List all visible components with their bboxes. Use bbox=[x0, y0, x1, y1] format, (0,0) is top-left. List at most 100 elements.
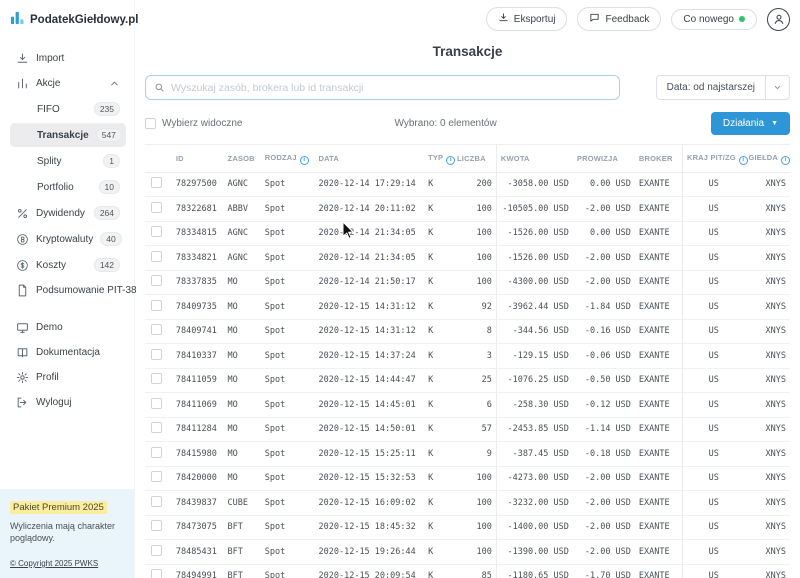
cell-liczba: 85 bbox=[453, 564, 496, 578]
table-row: 78410337 MO Spot 2020-12-15 14:37:24 K 3… bbox=[145, 344, 790, 369]
sidebar-item-kryptowaluty[interactable]: Kryptowaluty 40 bbox=[10, 227, 126, 251]
app-window: PodatekGiełdowy.pl Import Akcje FIFO 235… bbox=[0, 0, 800, 578]
table-row: 78322681 ABBV Spot 2020-12-14 20:11:02 K… bbox=[145, 197, 790, 222]
row-checkbox[interactable] bbox=[151, 398, 162, 409]
search-input[interactable] bbox=[171, 82, 611, 94]
cell-typ: K bbox=[424, 246, 453, 271]
cell-typ: K bbox=[424, 442, 453, 467]
col-kraj-pit-zg: KRAJ PIT/ZG bbox=[682, 145, 744, 172]
sidebar-item-label: Transakcje bbox=[37, 130, 89, 141]
transactions-table-wrap: ID ZASOB RODZAJ DATA TYP LICZBA KWOTA PR… bbox=[145, 144, 790, 578]
count-badge: 40 bbox=[100, 232, 121, 246]
count-badge: 142 bbox=[94, 258, 120, 272]
cell-data: 2020-12-15 14:50:01 bbox=[315, 417, 425, 442]
cell-gielda: XNYS bbox=[744, 393, 790, 418]
sidebar-item-dokumentacja[interactable]: Dokumentacja bbox=[10, 341, 126, 364]
cell-zasob: ABBV bbox=[224, 197, 261, 222]
cell-zasob: AGNC bbox=[224, 246, 261, 271]
cell-kwota: -387.45 USD bbox=[496, 442, 572, 467]
row-checkbox[interactable] bbox=[151, 447, 162, 458]
row-checkbox[interactable] bbox=[151, 520, 162, 531]
cell-rodzaj: Spot bbox=[261, 368, 315, 393]
cell-broker: EXANTE bbox=[635, 368, 683, 393]
info-icon[interactable] bbox=[781, 156, 790, 165]
row-checkbox[interactable] bbox=[151, 349, 162, 360]
cell-rodzaj: Spot bbox=[261, 393, 315, 418]
row-checkbox[interactable] bbox=[151, 177, 162, 188]
cell-rodzaj: Spot bbox=[261, 515, 315, 540]
row-checkbox[interactable] bbox=[151, 226, 162, 237]
info-icon[interactable] bbox=[300, 156, 309, 165]
row-checkbox[interactable] bbox=[151, 251, 162, 262]
cell-gielda: XNYS bbox=[744, 344, 790, 369]
cell-liczba: 100 bbox=[453, 221, 496, 246]
col-gielda: GIEŁDA bbox=[744, 145, 790, 172]
row-checkbox[interactable] bbox=[151, 373, 162, 384]
sidebar-item-fifo[interactable]: FIFO 235 bbox=[10, 97, 126, 121]
row-checkbox[interactable] bbox=[151, 545, 162, 556]
cell-rodzaj: Spot bbox=[261, 172, 315, 197]
info-icon[interactable] bbox=[446, 156, 455, 165]
row-checkbox[interactable] bbox=[151, 471, 162, 482]
sidebar-item-transakcje[interactable]: Transakcje 547 bbox=[10, 123, 126, 147]
sidebar-item-profil[interactable]: Profil bbox=[10, 366, 126, 389]
app-logo[interactable]: PodatekGiełdowy.pl bbox=[10, 10, 130, 30]
cell-zasob: MO bbox=[224, 319, 261, 344]
sidebar-item-wyloguj[interactable]: Wyloguj bbox=[10, 391, 126, 414]
cell-typ: K bbox=[424, 295, 453, 320]
sidebar-item-demo[interactable]: Demo bbox=[10, 316, 126, 339]
cell-prowizja: -2.00 USD bbox=[573, 246, 635, 271]
cell-id: 78411069 bbox=[172, 393, 224, 418]
sidebar-item-dywidendy[interactable]: Dywidendy 264 bbox=[10, 201, 126, 225]
cell-zasob: AGNC bbox=[224, 221, 261, 246]
sidebar-item-podsumowanie-pit38[interactable]: Podsumowanie PIT-38 bbox=[10, 279, 126, 302]
info-icon[interactable] bbox=[739, 156, 748, 165]
cell-broker: EXANTE bbox=[635, 442, 683, 467]
copyright-link[interactable]: © Copyright 2025 PWKS bbox=[10, 559, 98, 568]
user-avatar[interactable] bbox=[767, 8, 790, 31]
cell-kraj: US bbox=[682, 197, 744, 222]
sidebar-item-akcje[interactable]: Akcje bbox=[10, 72, 126, 95]
sidebar-item-label: Import bbox=[36, 53, 64, 64]
feedback-button[interactable]: Feedback bbox=[577, 7, 661, 31]
cell-prowizja: -0.16 USD bbox=[573, 319, 635, 344]
cell-rodzaj: Spot bbox=[261, 564, 315, 578]
cell-gielda: XNYS bbox=[744, 270, 790, 295]
col-rodzaj: RODZAJ bbox=[261, 145, 315, 172]
row-checkbox[interactable] bbox=[151, 300, 162, 311]
cell-prowizja: -2.00 USD bbox=[573, 515, 635, 540]
sidebar-item-koszty[interactable]: Koszty 142 bbox=[10, 253, 126, 277]
table-row: 78337835 MO Spot 2020-12-14 21:50:17 K 1… bbox=[145, 270, 790, 295]
row-checkbox[interactable] bbox=[151, 202, 162, 213]
sidebar-item-import[interactable]: Import bbox=[10, 47, 126, 70]
cell-liczba: 100 bbox=[453, 197, 496, 222]
cell-typ: K bbox=[424, 319, 453, 344]
cell-prowizja: -2.00 USD bbox=[573, 197, 635, 222]
row-checkbox[interactable] bbox=[151, 496, 162, 507]
cell-data: 2020-12-15 14:31:12 bbox=[315, 319, 425, 344]
sidebar-item-splity[interactable]: Splity 1 bbox=[10, 149, 126, 173]
row-checkbox[interactable] bbox=[151, 324, 162, 335]
cell-rodzaj: Spot bbox=[261, 491, 315, 516]
cell-id: 78334815 bbox=[172, 221, 224, 246]
sort-dropdown[interactable]: Data: od najstarszej bbox=[656, 75, 790, 100]
col-typ: TYP bbox=[424, 145, 453, 172]
table-row: 78409735 MO Spot 2020-12-15 14:31:12 K 9… bbox=[145, 295, 790, 320]
cell-gielda: XNYS bbox=[744, 515, 790, 540]
export-button[interactable]: Eksportuj bbox=[486, 7, 568, 31]
row-checkbox[interactable] bbox=[151, 569, 162, 578]
table-row: 78411069 MO Spot 2020-12-15 14:45:01 K 6… bbox=[145, 393, 790, 418]
sidebar-item-portfolio[interactable]: Portfolio 10 bbox=[10, 175, 126, 199]
sidebar-item-label: Profil bbox=[36, 372, 59, 383]
cell-prowizja: -0.06 USD bbox=[573, 344, 635, 369]
row-checkbox[interactable] bbox=[151, 275, 162, 286]
select-visible-checkbox[interactable] bbox=[145, 118, 156, 129]
cell-kraj: US bbox=[682, 393, 744, 418]
whats-new-button[interactable]: Co nowego bbox=[671, 9, 757, 30]
actions-button[interactable]: Działania ▼ bbox=[711, 112, 790, 135]
row-checkbox[interactable] bbox=[151, 422, 162, 433]
cell-typ: K bbox=[424, 393, 453, 418]
cell-broker: EXANTE bbox=[635, 393, 683, 418]
cell-liczba: 100 bbox=[453, 540, 496, 565]
bitcoin-icon bbox=[16, 233, 29, 246]
